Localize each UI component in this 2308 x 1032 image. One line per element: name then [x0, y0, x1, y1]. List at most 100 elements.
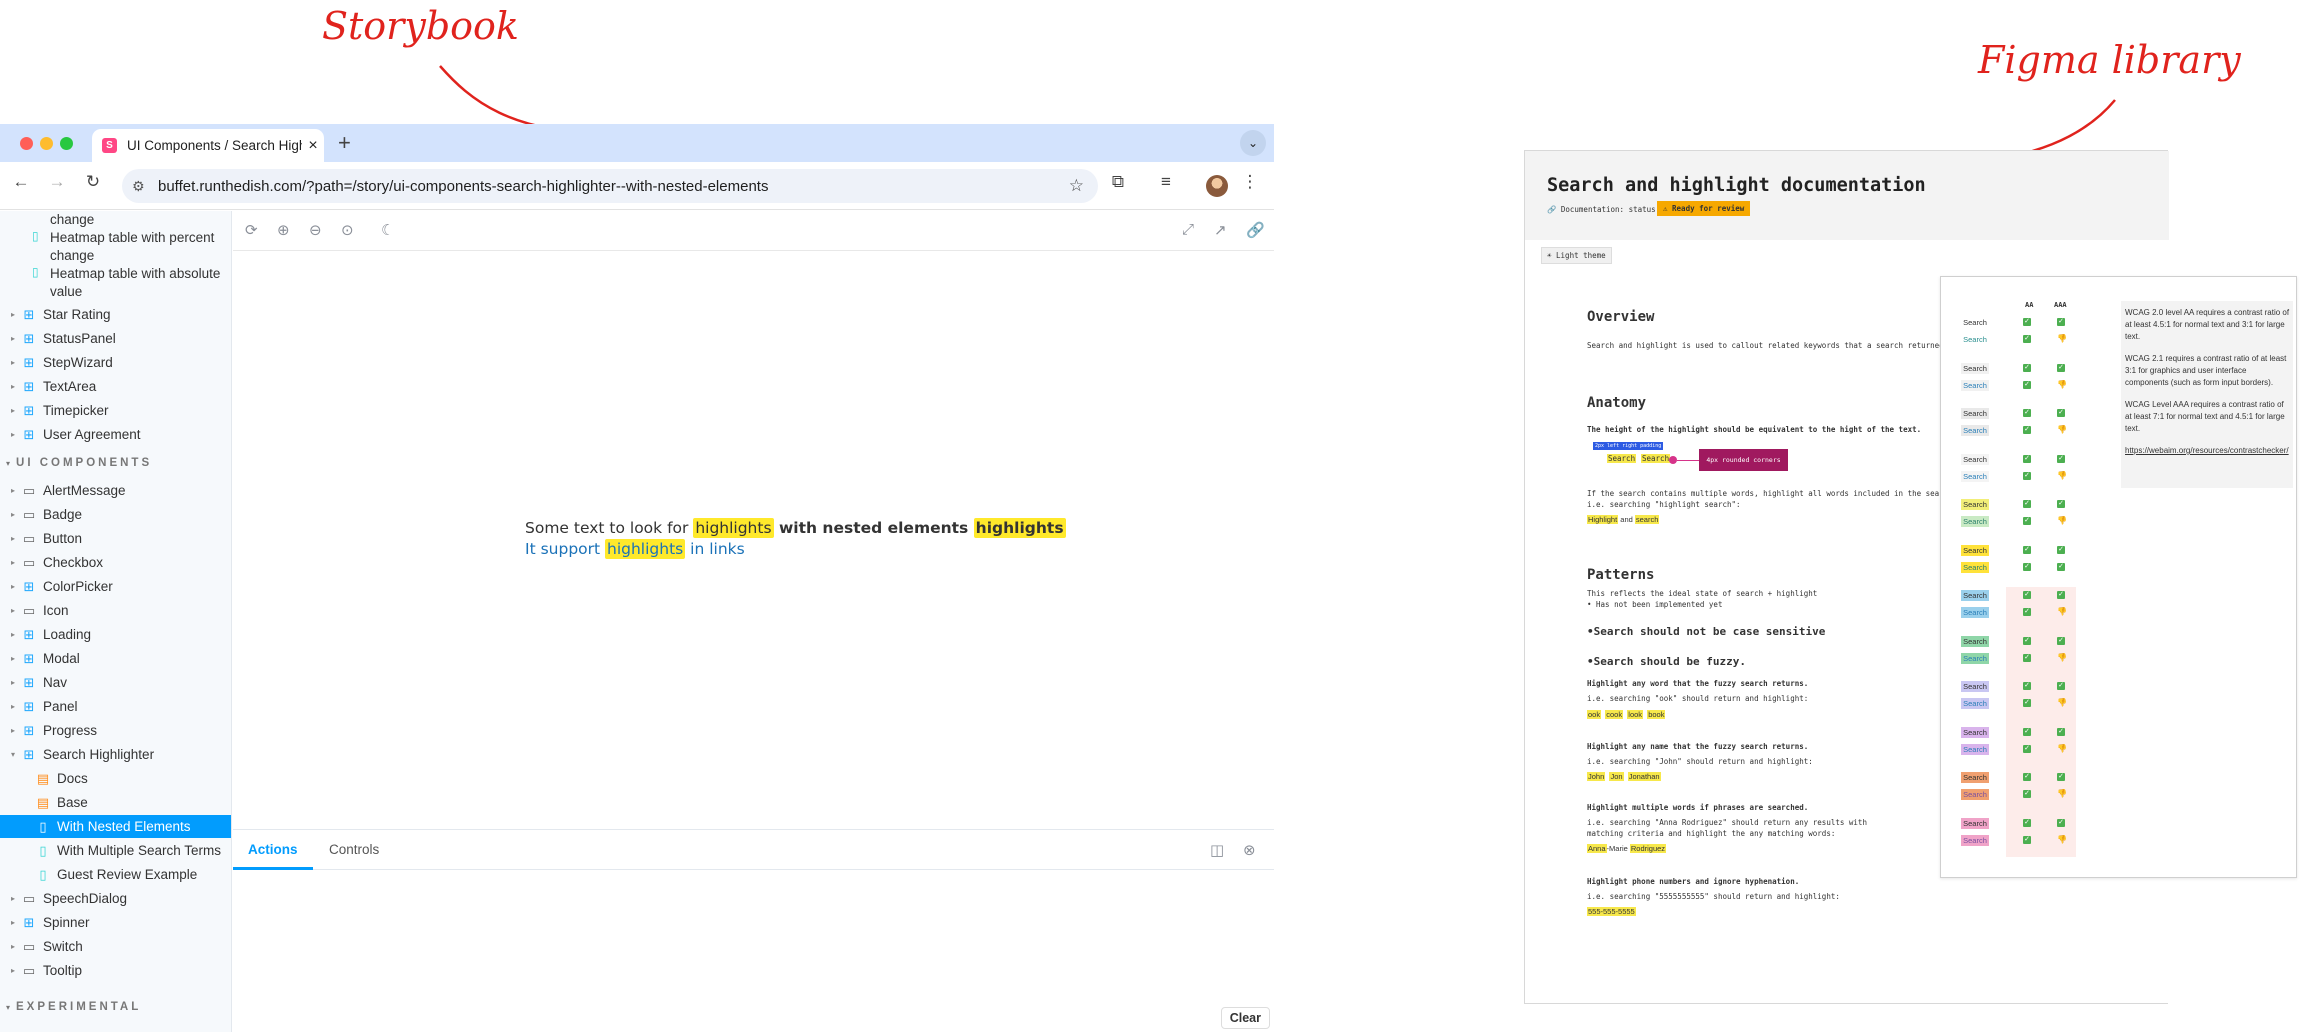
- theme-moon-icon[interactable]: ☾: [381, 221, 394, 239]
- sidebar-item-stepwizard[interactable]: ▸ ⊞ StepWizard: [0, 351, 231, 374]
- contrast-swatch: Search: [1961, 590, 1989, 601]
- sidebar-item-icon[interactable]: ▸ ▭ Icon: [0, 599, 231, 622]
- contrast-swatch: Search: [1961, 607, 1989, 618]
- tab-search-chevron-icon[interactable]: ⌄: [1240, 130, 1266, 156]
- profile-avatar[interactable]: [1206, 175, 1228, 197]
- story-bookmark-icon: ▯: [39, 866, 47, 882]
- aa-pass-check-icon: ✓: [2023, 380, 2031, 389]
- sidebar-item-button[interactable]: ▸ ▭ Button: [0, 527, 231, 550]
- sidebar-item-spinner[interactable]: ▸ ⊞ Spinner: [0, 911, 231, 934]
- aaa-pass-check-icon: ✓: [2057, 318, 2065, 326]
- contrast-swatch: Search: [1961, 470, 1989, 482]
- aa-pass-check-icon: ✓: [2023, 608, 2031, 616]
- browser-menu-icon[interactable]: ⋮: [1238, 172, 1262, 192]
- close-panel-icon[interactable]: ⊗: [1243, 841, 1256, 859]
- sidebar-item-badge[interactable]: ▸ ▭ Badge: [0, 503, 231, 526]
- zoom-reset-icon[interactable]: ⊙: [341, 221, 354, 239]
- anatomy-example-1: Search: [1607, 454, 1637, 463]
- tab-controls[interactable]: Controls: [314, 830, 394, 870]
- sidebar-item-speechdialog[interactable]: ▸ ▭ SpeechDialog: [0, 887, 231, 910]
- sidebar-item-loading[interactable]: ▸ ⊞ Loading: [0, 623, 231, 646]
- reload-icon[interactable]: ↻: [81, 172, 105, 192]
- sidebar-item-label: Loading: [43, 627, 92, 642]
- fullscreen-icon[interactable]: ⤢: [1182, 221, 1194, 238]
- wcag-notes: WCAG 2.0 level AA requires a contrast ra…: [2121, 301, 2293, 488]
- multi-text-2: i.e. searching "Anna Rodriguez" should r…: [1587, 818, 1867, 827]
- clear-button[interactable]: Clear: [1220, 1007, 1270, 1029]
- sidebar-item-star-rating[interactable]: ▸ ⊞ Star Rating: [0, 303, 231, 326]
- sidebar-item-checkbox[interactable]: ▸ ▭ Checkbox: [0, 551, 231, 574]
- sidebar-item-progress[interactable]: ▸ ⊞ Progress: [0, 719, 231, 742]
- copy-link-icon[interactable]: 🔗: [1246, 221, 1265, 239]
- forward-arrow-icon[interactable]: →: [45, 172, 69, 192]
- contrast-swatch: Search: [1961, 789, 1989, 800]
- contrast-swatch: Search: [1961, 379, 1989, 391]
- sidebar-item-with-multiple-search-terms[interactable]: ▯ With Multiple Search Terms: [0, 839, 231, 862]
- zoom-out-icon[interactable]: ⊖: [309, 221, 322, 239]
- sidebar-item-guest-review-example[interactable]: ▯ Guest Review Example: [0, 863, 231, 886]
- sidebar-item-alertmessage[interactable]: ▸ ▭ AlertMessage: [0, 479, 231, 502]
- sidebar-item-colorpicker[interactable]: ▸ ⊞ ColorPicker: [0, 575, 231, 598]
- browser-tab[interactable]: S UI Components / Search Highl ×: [92, 129, 324, 162]
- aaa-pass-check-icon: ✓: [2057, 636, 2065, 645]
- sidebar-item-with-nested-elements[interactable]: ▯ With Nested Elements: [0, 815, 231, 838]
- minimize-window-button[interactable]: [40, 137, 53, 150]
- zoom-in-icon[interactable]: ⊕: [277, 221, 290, 239]
- multi-text-3: matching criteria and highlight the any …: [1587, 829, 1836, 838]
- phone-text-2: i.e. searching "5555555555" should retur…: [1587, 892, 1840, 901]
- highlight-mark: Highlight: [1587, 515, 1619, 524]
- maximize-window-button[interactable]: [60, 137, 73, 150]
- sidebar-item-timepicker[interactable]: ▸ ⊞ Timepicker: [0, 399, 231, 422]
- sidebar-item-tooltip[interactable]: ▸ ▭ Tooltip: [0, 959, 231, 982]
- sidebar-item-switch[interactable]: ▸ ▭ Switch: [0, 935, 231, 958]
- sidebar-item-statuspanel[interactable]: ▸ ⊞ StatusPanel: [0, 327, 231, 350]
- expand-caret-icon: ▸: [10, 942, 15, 951]
- new-tab-button[interactable]: +: [338, 130, 351, 156]
- highlight-mark: ook: [1587, 710, 1602, 719]
- back-arrow-icon[interactable]: ←: [9, 172, 33, 192]
- remount-icon[interactable]: ⟳: [245, 221, 258, 239]
- contrast-swatch: Search: [1961, 652, 1989, 664]
- sidebar-item-user-agreement[interactable]: ▸ ⊞ User Agreement: [0, 423, 231, 446]
- aa-pass-check-icon: ✓: [2023, 682, 2031, 690]
- sidebar-item-label: Spinner: [43, 915, 90, 930]
- media-controls-icon[interactable]: ≡: [1154, 172, 1178, 192]
- extensions-puzzle-icon[interactable]: ⧉: [1106, 172, 1130, 192]
- sidebar-item-label: Nav: [43, 675, 68, 690]
- sidebar-item-panel[interactable]: ▸ ⊞ Panel: [0, 695, 231, 718]
- tab-actions[interactable]: Actions: [233, 830, 313, 870]
- highlight-mark: highlights: [693, 518, 774, 538]
- sidebar-item-nav[interactable]: ▸ ⊞ Nav: [0, 671, 231, 694]
- contrast-checker-link[interactable]: https://webaim.org/resources/contrastche…: [2125, 445, 2290, 457]
- panel-orientation-icon[interactable]: ◫: [1210, 841, 1224, 859]
- contrast-swatch: Search: [1961, 408, 1989, 419]
- sample-link[interactable]: It support highlights in links: [525, 539, 745, 559]
- highlight-mark: search: [1634, 515, 1660, 524]
- aa-pass-check-icon: ✓: [2023, 335, 2031, 343]
- bookmark-star-icon[interactable]: ☆: [1069, 176, 1084, 196]
- section-ui-components[interactable]: ▾ UI COMPONENTS: [6, 457, 152, 469]
- sidebar-item-continued[interactable]: change: [50, 211, 228, 229]
- sidebar-item-docs[interactable]: ▤ Docs: [0, 767, 231, 790]
- sidebar-item-textarea[interactable]: ▸ ⊞ TextArea: [0, 375, 231, 398]
- open-new-tab-icon[interactable]: ↗: [1214, 221, 1227, 239]
- sidebar-item-label: StatusPanel: [43, 331, 116, 346]
- expand-caret-icon: ▸: [10, 510, 15, 519]
- close-window-button[interactable]: [20, 137, 33, 150]
- sidebar-item-heatmap-percent[interactable]: Heatmap table with percent change: [50, 229, 228, 264]
- sidebar-item-heatmap-absolute[interactable]: Heatmap table with absolute value: [50, 265, 228, 300]
- sidebar-item-label: Modal: [43, 651, 80, 666]
- sidebar-item-search-highlighter[interactable]: ▾ ⊞ Search Highlighter: [0, 743, 231, 766]
- component-icon: ⊞: [23, 650, 35, 666]
- site-settings-icon[interactable]: ⚙: [132, 178, 158, 195]
- folder-icon: ▭: [22, 530, 36, 546]
- sidebar-item-base[interactable]: ▤ Base: [0, 791, 231, 814]
- contrast-swatch: Search: [1961, 516, 1989, 527]
- contrast-swatch: Search: [1961, 334, 1989, 345]
- sidebar-item-modal[interactable]: ▸ ⊞ Modal: [0, 647, 231, 670]
- sidebar-item-label: With Multiple Search Terms: [57, 843, 222, 858]
- highlight-mark: highlights: [605, 539, 686, 559]
- address-bar[interactable]: ⚙ buffet.runthedish.com/?path=/story/ui-…: [122, 169, 1098, 203]
- section-experimental[interactable]: ▾ EXPERIMENTAL: [6, 1001, 141, 1013]
- close-tab-icon[interactable]: ×: [302, 137, 324, 155]
